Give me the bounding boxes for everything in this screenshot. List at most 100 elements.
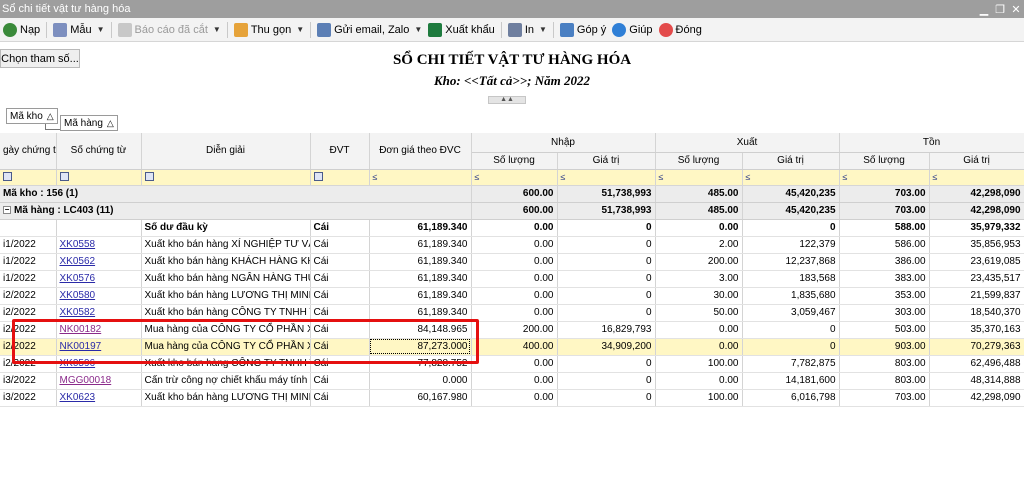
- in-button[interactable]: In ▼: [505, 19, 550, 41]
- gui-email-zalo-button[interactable]: Gửi email, Zalo ▼: [314, 19, 425, 41]
- group-row-ma-hang[interactable]: − Mã hàng : LC403 (11) 600.00 51,738,993 …: [0, 202, 1024, 220]
- separator: [310, 21, 312, 38]
- col-dien-giai[interactable]: Diễn giải: [141, 133, 311, 170]
- table-row[interactable]: i1/2022 XK0576 Xuất kho bán hàng NGÂN HÀ…: [0, 270, 1024, 288]
- chevron-down-icon[interactable]: ▼: [414, 25, 422, 34]
- voucher-link[interactable]: XK0562: [60, 256, 96, 267]
- table-row[interactable]: Số dư đầu kỳ Cái 61,189.340 0.00 0 0.00 …: [0, 219, 1024, 237]
- col-nhap-so-luong[interactable]: Số lượng: [471, 152, 558, 170]
- giup-button[interactable]: Giúp: [609, 19, 655, 41]
- separator: [110, 21, 112, 38]
- excel-icon: [428, 22, 443, 37]
- table-row[interactable]: i3/2022 XK0623 Xuất kho bán hàng LƯƠNG T…: [0, 389, 1024, 407]
- feedback-icon: [559, 22, 574, 37]
- chevron-down-icon[interactable]: ▼: [296, 25, 304, 34]
- collapse-icon[interactable]: −: [3, 206, 11, 215]
- voucher-link[interactable]: NK00197: [60, 341, 102, 352]
- report-subtitle: Kho: <<Tất cả>>; Năm 2022: [433, 73, 590, 88]
- filter-cell[interactable]: ≤: [655, 169, 743, 186]
- filter-cell[interactable]: [141, 169, 311, 186]
- col-dvt[interactable]: ĐVT: [310, 133, 370, 170]
- col-ton-so-luong[interactable]: Số lượng: [839, 152, 930, 170]
- col-nhap-gia-tri[interactable]: Giá trị: [557, 152, 656, 170]
- template-icon: [53, 22, 68, 37]
- chevron-down-icon[interactable]: ▼: [97, 25, 105, 34]
- group-row-ma-kho[interactable]: Mã kho : 156 (1) 600.00 51,738,993 485.0…: [0, 185, 1024, 203]
- voucher-link[interactable]: MGG00018: [60, 375, 112, 386]
- filter-icon[interactable]: [313, 172, 323, 182]
- bao-cao-da-cat-button[interactable]: Báo cáo đã cắt ▼: [115, 19, 224, 41]
- restore-icon[interactable]: ❐: [992, 3, 1008, 16]
- window-titlebar: Sổ chi tiết vật tư hàng hóa ▁ ❐ ✕: [0, 0, 1024, 18]
- xuat-khau-button[interactable]: Xuất khẩu: [425, 19, 498, 41]
- filter-cell[interactable]: [310, 169, 370, 186]
- sort-asc-icon: △: [46, 110, 54, 121]
- col-xuat-gia-tri[interactable]: Giá trị: [742, 152, 840, 170]
- collapse-header-handle[interactable]: ▲▲: [488, 96, 526, 104]
- printer-icon: [507, 22, 522, 37]
- filter-cell[interactable]: ≤: [557, 169, 656, 186]
- voucher-link[interactable]: XK0576: [60, 273, 96, 284]
- focused-cell[interactable]: 87,273.000: [369, 338, 472, 356]
- filter-cell[interactable]: ≤: [929, 169, 1024, 186]
- filter-cell[interactable]: ≤: [369, 169, 472, 186]
- table-row[interactable]: i2/2022 XK0580 Xuất kho bán hàng LƯƠNG T…: [0, 287, 1024, 305]
- separator: [226, 21, 228, 38]
- gop-y-button[interactable]: Góp ý: [557, 19, 609, 41]
- col-group-xuat: Xuất: [655, 133, 840, 153]
- col-ngay-chung-tu[interactable]: gày chứng từ: [0, 133, 57, 170]
- voucher-link[interactable]: XK0582: [60, 307, 96, 318]
- refresh-icon: [3, 22, 17, 37]
- minimize-icon[interactable]: ▁: [976, 3, 992, 16]
- report-cut-icon: [117, 22, 132, 37]
- close-icon[interactable]: ✕: [1008, 3, 1024, 16]
- table-row[interactable]: i2/2022 XK0596 Xuất kho bán hàng CÔNG TY…: [0, 355, 1024, 373]
- voucher-link[interactable]: XK0580: [60, 290, 96, 301]
- sort-asc-icon: △: [106, 117, 114, 128]
- window-title: Sổ chi tiết vật tư hàng hóa: [2, 3, 131, 15]
- filter-cell[interactable]: [56, 169, 142, 186]
- chevron-down-icon[interactable]: ▼: [539, 25, 547, 34]
- voucher-link[interactable]: NK00182: [60, 324, 102, 335]
- email-icon: [317, 22, 332, 37]
- data-grid: gày chứng từ Số chứng từ Diễn giải ĐVT Đ…: [0, 133, 1024, 407]
- col-ton-gia-tri[interactable]: Giá trị: [929, 152, 1024, 170]
- table-row[interactable]: i2/2022 XK0582 Xuất kho bán hàng CÔNG TY…: [0, 304, 1024, 322]
- toolbar: Nạp Mẫu ▼ Báo cáo đã cắt ▼ Thu gọn ▼ Gửi…: [0, 18, 1024, 42]
- collapse-grid-icon: [233, 22, 248, 37]
- table-row-selected[interactable]: i2/2022 NK00197 Mua hàng của CÔNG TY CỔ …: [0, 338, 1024, 356]
- group-chip-ma-kho[interactable]: Mã kho △: [6, 108, 58, 124]
- col-xuat-so-luong[interactable]: Số lượng: [655, 152, 743, 170]
- dong-button[interactable]: Đóng: [656, 19, 705, 41]
- help-icon: [612, 22, 627, 37]
- thu-gon-button[interactable]: Thu gọn ▼: [231, 19, 307, 41]
- group-label: − Mã hàng : LC403 (11): [0, 202, 472, 220]
- report-title: SỔ CHI TIẾT VẬT TƯ HÀNG HÓA: [392, 52, 632, 68]
- col-so-chung-tu[interactable]: Số chứng từ: [56, 133, 142, 170]
- group-chip-ma-hang[interactable]: Mã hàng △: [60, 115, 118, 131]
- voucher-link[interactable]: XK0596: [60, 358, 96, 369]
- mau-button[interactable]: Mẫu ▼: [50, 19, 107, 41]
- table-row[interactable]: i1/2022 XK0558 Xuất kho bán hàng XÍ NGHI…: [0, 236, 1024, 254]
- table-row[interactable]: i3/2022 MGG00018 Cấn trừ công nợ chiết k…: [0, 372, 1024, 390]
- voucher-link[interactable]: XK0558: [60, 239, 96, 250]
- filter-clear-icon[interactable]: [3, 172, 12, 182]
- header-row: gày chứng từ Số chứng từ Diễn giải ĐVT Đ…: [0, 133, 1024, 170]
- voucher-link[interactable]: XK0623: [60, 392, 96, 403]
- separator: [46, 21, 48, 38]
- filter-clear-cell[interactable]: [0, 169, 57, 186]
- filter-cell[interactable]: ≤: [471, 169, 558, 186]
- separator: [500, 21, 502, 38]
- col-don-gia[interactable]: Đơn giá theo ĐVC: [369, 133, 472, 170]
- filter-row: ≤ ≤ ≤ ≤ ≤ ≤ ≤: [0, 169, 1024, 186]
- power-icon: [658, 22, 673, 37]
- group-label: Mã kho : 156 (1): [0, 185, 472, 203]
- table-row[interactable]: i2/2022 NK00182 Mua hàng của CÔNG TY CỔ …: [0, 321, 1024, 339]
- filter-icon[interactable]: [59, 172, 69, 182]
- filter-icon[interactable]: [144, 172, 154, 182]
- table-row[interactable]: i1/2022 XK0562 Xuất kho bán hàng KHÁCH H…: [0, 253, 1024, 271]
- nap-button[interactable]: Nạp: [0, 19, 43, 41]
- filter-cell[interactable]: ≤: [742, 169, 840, 186]
- filter-cell[interactable]: ≤: [839, 169, 930, 186]
- chevron-down-icon[interactable]: ▼: [213, 25, 221, 34]
